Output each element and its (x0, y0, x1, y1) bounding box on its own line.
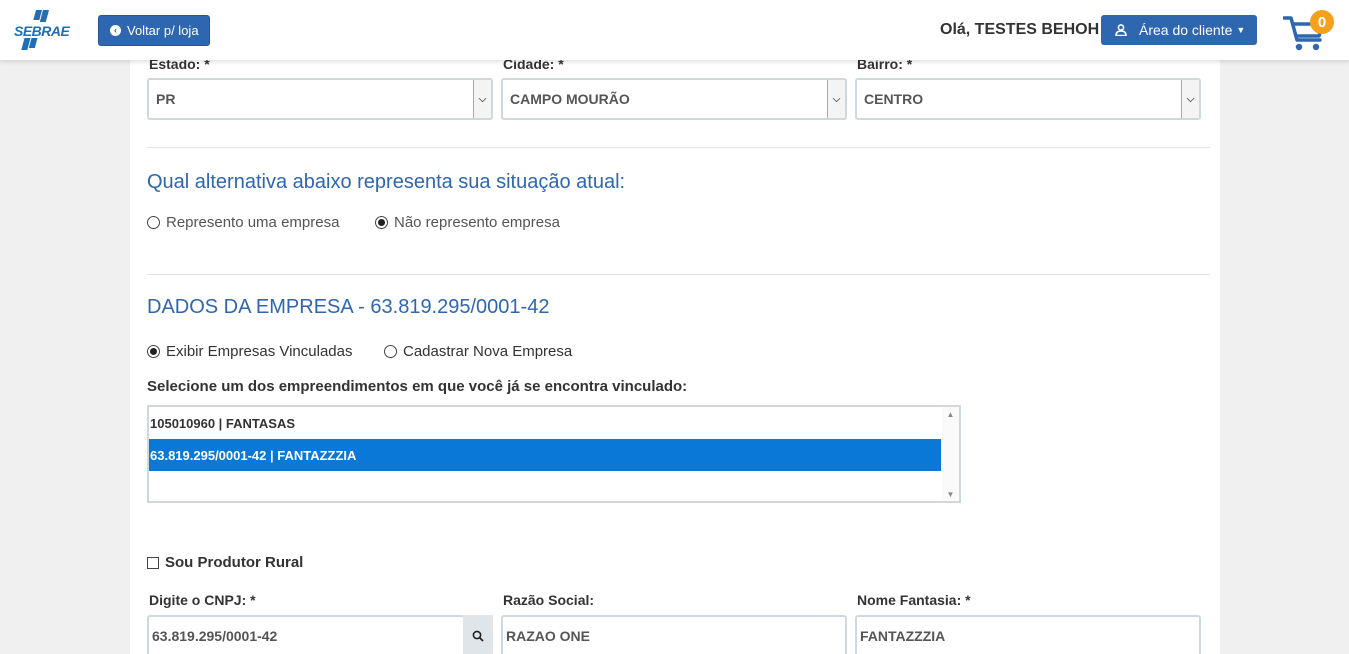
top-header: SEBRAE ‹ Voltar p/ loja Olá, TESTES BEHO… (0, 0, 1349, 60)
client-area-dropdown[interactable]: Área do cliente ▼ (1101, 15, 1257, 45)
search-icon (472, 630, 484, 642)
estado-value: PR (156, 91, 176, 107)
radio-dot (147, 216, 160, 229)
checkbox-box (147, 556, 159, 569)
circle-arrow-left-icon: ‹ (110, 25, 121, 36)
list-item[interactable]: 105010960 | FANTASAS (149, 407, 941, 439)
cnpj-label: Digite o CNPJ: * (149, 592, 256, 608)
situation-question: Qual alternativa abaixo representa sua s… (147, 171, 626, 193)
cidade-value: CAMPO MOURÃO (510, 91, 630, 107)
linked-companies-prompt: Selecione um dos empreendimentos em que … (147, 378, 688, 395)
bairro-value: CENTRO (864, 91, 924, 107)
radio-dot-selected (147, 345, 160, 358)
cart-count-badge: 0 (1310, 10, 1334, 34)
company-section-title: DADOS DA EMPRESA - 63.819.295/0001-42 (147, 296, 550, 318)
radio-represent-company[interactable]: Represento uma empresa (147, 214, 339, 231)
select-arrow-icon: ⌵ (827, 80, 845, 118)
user-icon (1115, 24, 1127, 36)
scroll-up-icon[interactable]: ▲ (942, 407, 959, 421)
user-greeting: Olá, TESTES BEHOH (940, 21, 1100, 38)
divider (147, 274, 1210, 275)
radio-register-new-label: Cadastrar Nova Empresa (403, 343, 573, 360)
radio-no-company-label: Não represento empresa (394, 214, 560, 231)
estado-select[interactable]: PR ⌵ (147, 78, 493, 120)
nome-fantasia-label: Nome Fantasia: * (857, 592, 971, 608)
caret-down-icon: ▼ (1236, 25, 1246, 35)
radio-dot (384, 345, 397, 358)
list-item-selected[interactable]: 63.819.295/0001-42 | FANTAZZZIA (149, 439, 941, 471)
radio-represent-company-label: Represento uma empresa (166, 214, 340, 231)
sebrae-logo[interactable]: SEBRAE (14, 10, 70, 50)
back-to-store-label: Voltar p/ loja (127, 23, 199, 38)
scroll-down-icon[interactable]: ▼ (942, 487, 959, 501)
cnpj-input[interactable]: 63.819.295/0001-42 (147, 615, 465, 654)
cnpj-search-button[interactable] (463, 615, 493, 654)
radio-register-new-company[interactable]: Cadastrar Nova Empresa (384, 343, 572, 360)
razao-social-value: RAZAO ONE (506, 628, 590, 644)
cnpj-value: 63.819.295/0001-42 (152, 628, 278, 644)
cart-button[interactable]: 0 (1283, 10, 1338, 52)
select-arrow-icon: ⌵ (473, 80, 491, 118)
cidade-select[interactable]: CAMPO MOURÃO ⌵ (501, 78, 847, 120)
logo-wordmark: SEBRAE (14, 23, 70, 39)
radio-show-linked-companies[interactable]: Exibir Empresas Vinculadas (147, 343, 352, 360)
listbox-scrollbar[interactable]: ▲ ▼ (942, 407, 959, 501)
client-area-label: Área do cliente (1139, 22, 1233, 38)
radio-show-linked-label: Exibir Empresas Vinculadas (166, 343, 353, 360)
back-to-store-button[interactable]: ‹ Voltar p/ loja (98, 15, 210, 46)
radio-no-company[interactable]: Não represento empresa (375, 214, 560, 231)
radio-dot-selected (375, 216, 388, 229)
razao-social-input[interactable]: RAZAO ONE (501, 615, 847, 654)
linked-companies-listbox[interactable]: 105010960 | FANTASAS 63.819.295/0001-42 … (147, 405, 961, 503)
select-arrow-icon: ⌵ (1181, 80, 1199, 118)
nome-fantasia-input[interactable]: FANTAZZZIA (855, 615, 1201, 654)
nome-fantasia-value: FANTAZZZIA (860, 628, 946, 644)
divider (147, 147, 1210, 148)
razao-social-label: Razão Social: (503, 592, 595, 608)
bairro-select[interactable]: CENTRO ⌵ (855, 78, 1201, 120)
rural-producer-label: Sou Produtor Rural (165, 554, 304, 571)
rural-producer-checkbox[interactable]: Sou Produtor Rural (147, 554, 303, 571)
